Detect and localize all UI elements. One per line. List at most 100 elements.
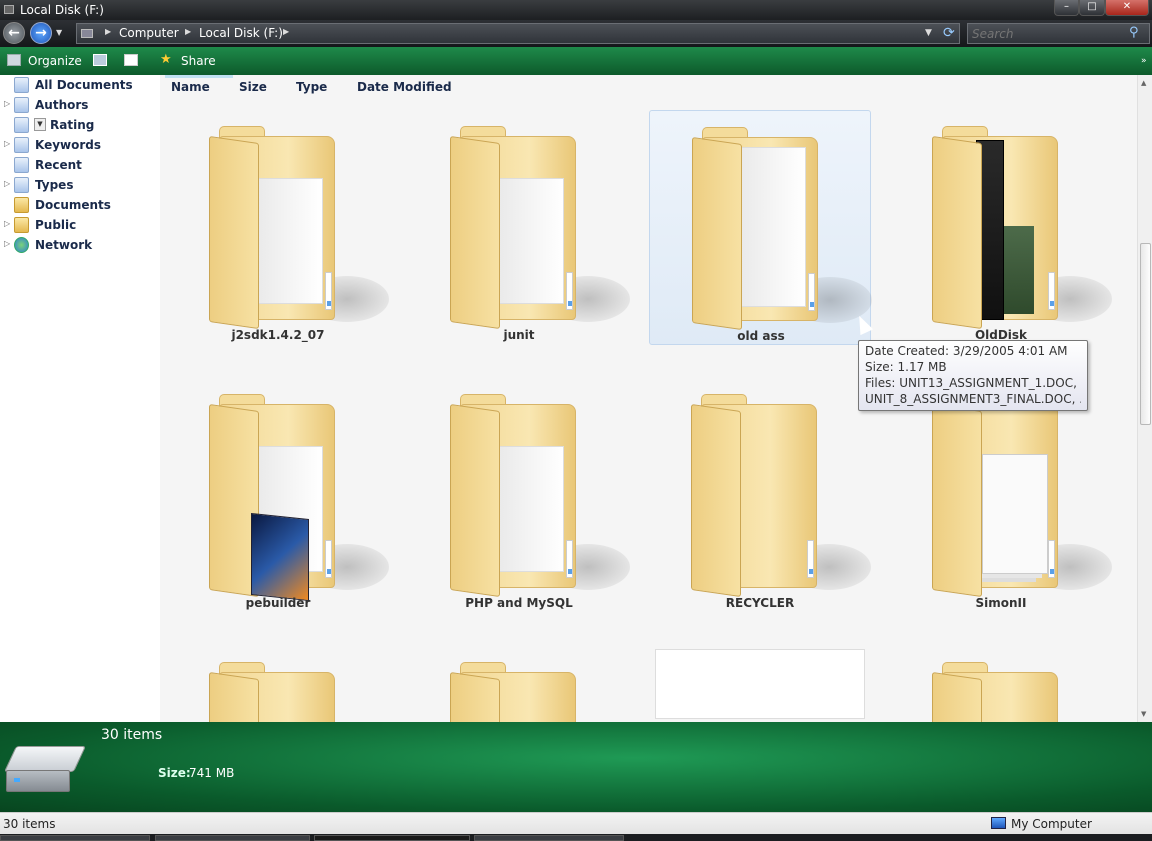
folder-item[interactable] — [890, 646, 1112, 722]
vertical-scrollbar[interactable]: ▲ ▼ — [1137, 75, 1152, 722]
folder-item[interactable]: PHP and MySQL — [408, 378, 630, 613]
computer-icon — [81, 29, 93, 38]
folder-item[interactable]: pebuilder — [167, 378, 389, 613]
nav-item-label: Rating — [50, 118, 95, 132]
scrollbar-thumb[interactable] — [1140, 243, 1151, 425]
details-pane: 30 items Size: 741 MB — [0, 722, 1152, 812]
nav-item-documents[interactable]: Documents — [0, 195, 160, 215]
rating-dropdown-icon[interactable]: ▼ — [34, 118, 46, 131]
share-icon[interactable]: ★ — [160, 52, 172, 67]
window-title: Local Disk (F:) — [20, 3, 104, 17]
share-button[interactable]: Share — [181, 54, 216, 68]
nav-item-types[interactable]: ▷ Types — [0, 175, 160, 195]
nav-item-label: Documents — [35, 198, 111, 212]
folder-item[interactable] — [167, 646, 389, 722]
search-folder-icon — [14, 77, 29, 93]
window-system-icon[interactable] — [4, 5, 14, 14]
maximize-button[interactable]: □ — [1079, 0, 1105, 16]
recent-pages-dropdown[interactable]: ▼ — [56, 28, 62, 37]
nav-item-recent[interactable]: Recent — [0, 155, 160, 175]
refresh-icon[interactable]: ⟳ — [943, 25, 955, 41]
folder-item[interactable]: junit — [408, 110, 630, 345]
folder-item[interactable]: OldDisk — [890, 110, 1112, 345]
status-location: My Computer — [1011, 817, 1092, 831]
search-folder-icon — [14, 117, 29, 133]
address-row: ← → ▼ ▶ Computer ▶ Local Disk (F:) ▶ ▼ ⟳… — [0, 20, 1152, 47]
breadcrumb-separator-icon[interactable]: ▶ — [185, 27, 191, 36]
title-bar: Local Disk (F:) – □ ✕ — [0, 0, 1152, 20]
search-icon[interactable]: ⚲ — [1129, 25, 1139, 40]
preview-pane-icon[interactable] — [124, 54, 138, 66]
folder-icon — [692, 127, 872, 331]
nav-item-authors[interactable]: ▷ Authors — [0, 95, 160, 115]
nav-item-label: Network — [35, 238, 93, 252]
folder-icon — [691, 394, 871, 598]
organize-icon[interactable] — [7, 54, 21, 66]
navigation-pane: All Documents ▷ Authors ▼ Rating ▷ Keywo… — [0, 75, 160, 722]
nav-item-all-documents[interactable]: All Documents — [0, 75, 160, 95]
folder-item[interactable]: SimonII — [890, 378, 1112, 613]
minimize-button[interactable]: – — [1054, 0, 1079, 16]
file-thumbnail[interactable] — [655, 649, 865, 719]
search-folder-icon — [14, 137, 29, 153]
column-header-type[interactable]: Type — [296, 80, 327, 94]
details-size-label: Size: — [158, 766, 191, 780]
column-header-accent — [165, 75, 233, 78]
breadcrumb-separator-icon[interactable]: ▶ — [283, 27, 289, 36]
organize-button[interactable]: Organize — [28, 54, 82, 68]
search-input[interactable] — [967, 23, 1150, 44]
command-toolbar: Organize ★ Share » — [0, 47, 1152, 75]
taskbar-button[interactable] — [314, 835, 470, 841]
folder-name: RECYCLER — [725, 596, 795, 610]
folder-item[interactable] — [408, 646, 630, 722]
nav-item-label: Authors — [35, 98, 89, 112]
folder-icon — [932, 662, 1067, 722]
expand-arrow-icon[interactable]: ▷ — [4, 179, 10, 188]
folder-name: old ass — [737, 329, 785, 343]
column-header-name[interactable]: Name — [171, 80, 210, 94]
taskbar-button[interactable] — [155, 835, 310, 841]
close-button[interactable]: ✕ — [1105, 0, 1149, 16]
status-item-count: 30 items — [3, 817, 56, 831]
folder-item-selected[interactable]: old ass — [649, 110, 872, 345]
search-folder-icon — [14, 177, 29, 193]
expand-arrow-icon[interactable]: ▷ — [4, 99, 10, 108]
network-icon — [14, 237, 29, 253]
folder-icon — [450, 126, 630, 330]
toolbar-overflow-icon[interactable]: » — [1141, 56, 1147, 66]
back-button[interactable]: ← — [3, 22, 25, 44]
expand-arrow-icon[interactable]: ▷ — [4, 139, 10, 148]
folder-name: junit — [503, 328, 535, 342]
nav-item-rating[interactable]: ▼ Rating — [0, 115, 160, 135]
hard-drive-icon — [3, 736, 87, 804]
breadcrumb-separator-icon[interactable]: ▶ — [105, 27, 111, 36]
tooltip-size: Size: 1.17 MB — [865, 360, 947, 374]
folder-item[interactable]: RECYCLER — [649, 378, 871, 613]
scroll-down-icon[interactable]: ▼ — [1141, 710, 1146, 718]
folder-item[interactable]: j2sdk1.4.2_07 — [167, 110, 389, 345]
nav-item-network[interactable]: ▷ Network — [0, 235, 160, 255]
expand-arrow-icon[interactable]: ▷ — [4, 239, 10, 248]
nav-item-public[interactable]: ▷ Public — [0, 215, 160, 235]
nav-item-label: Public — [35, 218, 77, 232]
nav-item-label: Recent — [35, 158, 82, 172]
folder-name: j2sdk1.4.2_07 — [231, 328, 325, 342]
forward-button[interactable]: → — [30, 22, 52, 44]
taskbar-button[interactable] — [474, 835, 624, 841]
address-dropdown-icon[interactable]: ▼ — [925, 28, 932, 38]
taskbar-strip — [0, 834, 1152, 841]
address-bar[interactable]: ▶ Computer ▶ Local Disk (F:) ▶ ▼ ⟳ — [76, 23, 960, 44]
column-header-date-modified[interactable]: Date Modified — [357, 80, 452, 94]
expand-arrow-icon[interactable]: ▷ — [4, 219, 10, 228]
views-icon[interactable] — [93, 54, 107, 66]
folder-icon — [932, 126, 1112, 330]
taskbar-button[interactable] — [0, 835, 150, 841]
breadcrumb-computer[interactable]: Computer — [119, 26, 179, 40]
breadcrumb-local-disk[interactable]: Local Disk (F:) — [199, 26, 283, 40]
column-header-size[interactable]: Size — [239, 80, 267, 94]
folder-name: PHP and MySQL — [465, 596, 573, 610]
nav-item-keywords[interactable]: ▷ Keywords — [0, 135, 160, 155]
nav-item-label: All Documents — [35, 78, 133, 92]
scroll-up-icon[interactable]: ▲ — [1141, 79, 1146, 87]
folder-icon — [450, 394, 630, 598]
